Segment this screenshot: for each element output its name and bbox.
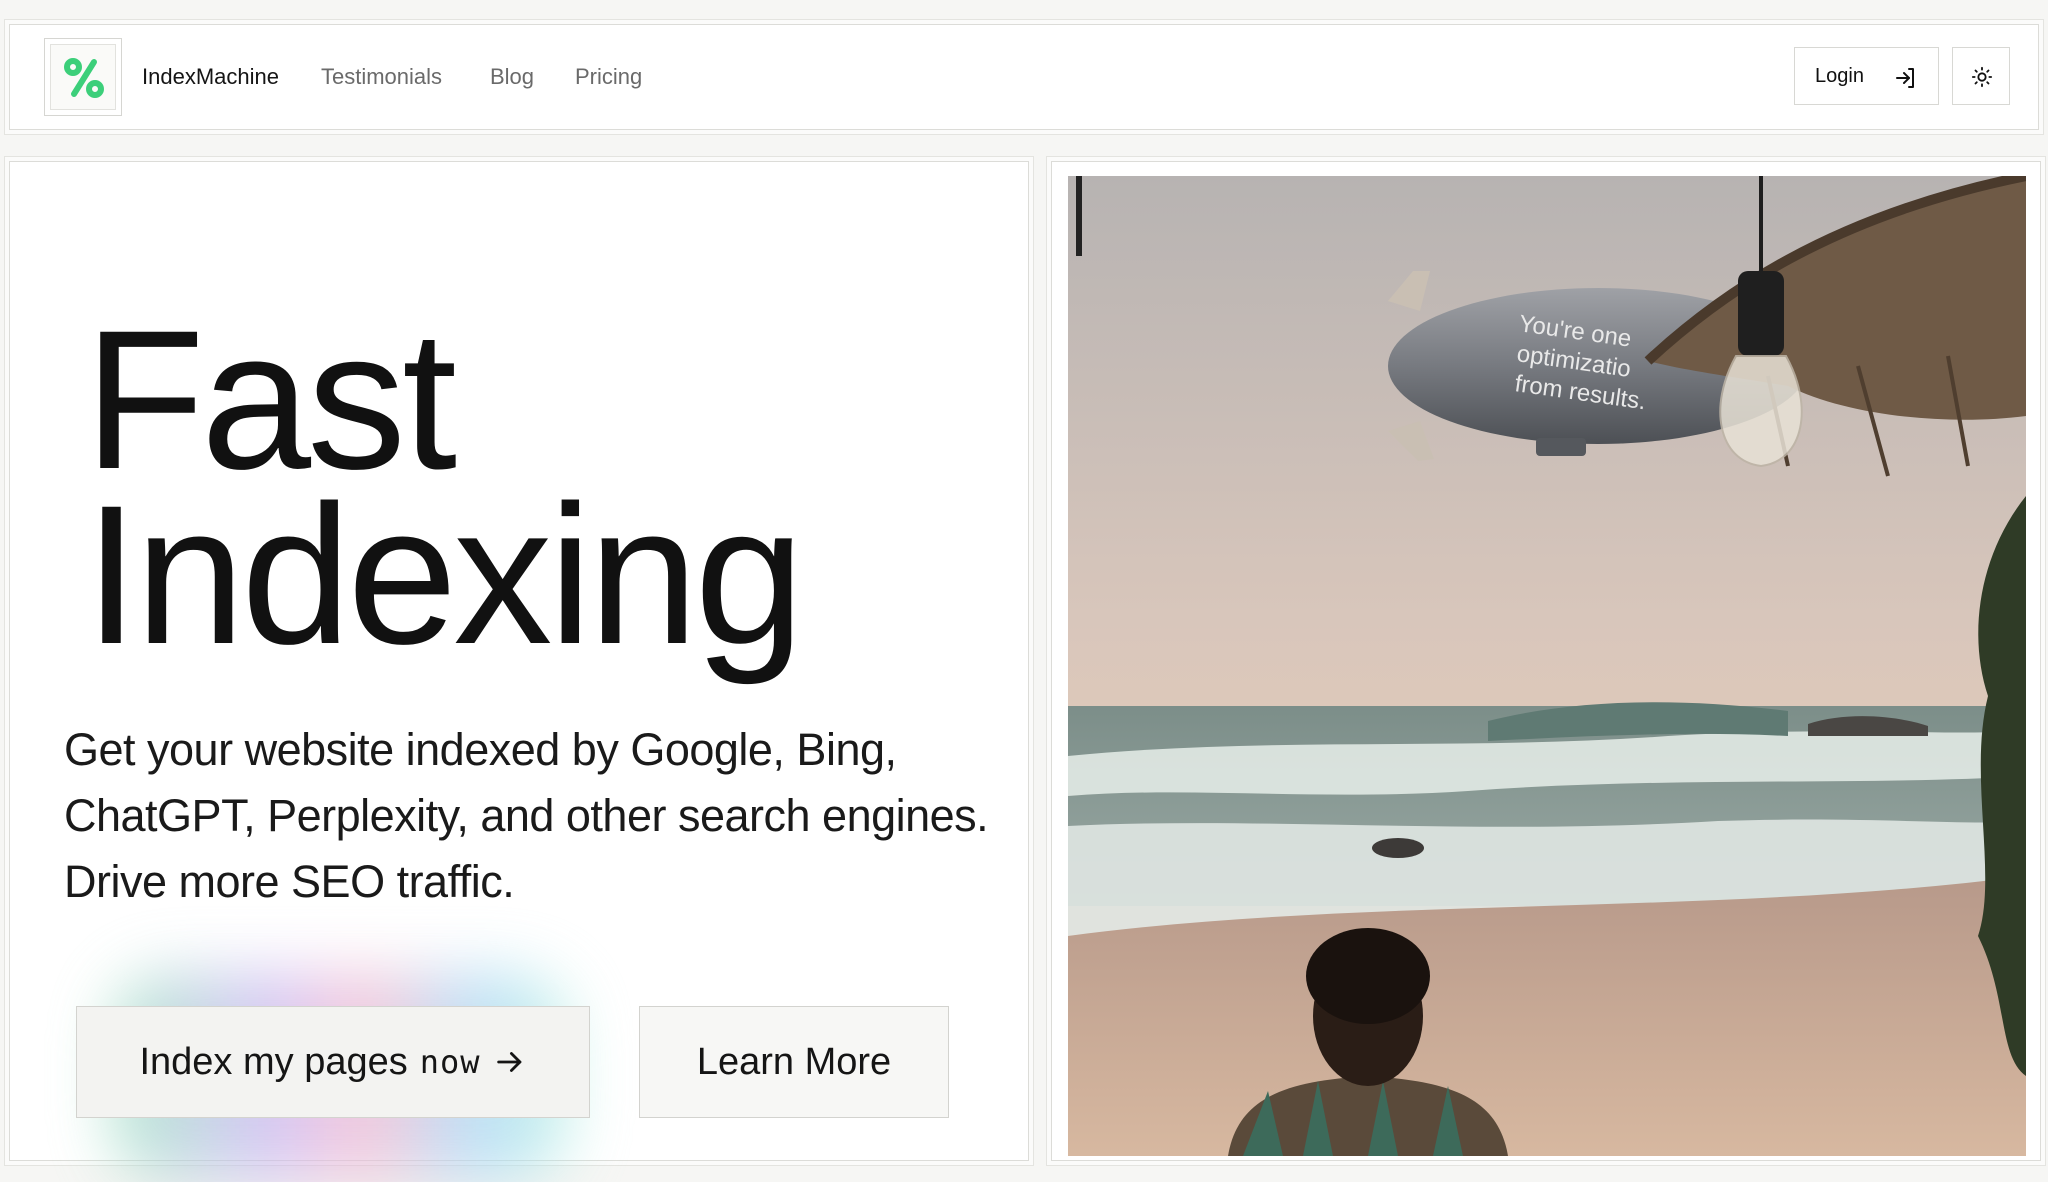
brand-name[interactable]: IndexMachine	[142, 64, 279, 90]
logo-icon	[64, 58, 104, 98]
nav-link-blog[interactable]: Blog	[490, 64, 534, 90]
nav-link-pricing[interactable]: Pricing	[575, 64, 642, 90]
cta-primary-label: Index my pages	[139, 1040, 408, 1083]
login-button[interactable]: Login	[1794, 47, 1939, 105]
learn-more-button[interactable]: Learn More	[639, 1006, 949, 1118]
top-navbar: IndexMachine Testimonials Blog Pricing L…	[9, 24, 2039, 130]
index-pages-button[interactable]: Index my pages now	[76, 1006, 590, 1118]
cta-primary-mono: now	[419, 1043, 481, 1081]
hero-panel: Fast Indexing Get your website indexed b…	[9, 161, 1029, 1182]
theme-toggle-button[interactable]	[1952, 47, 2010, 105]
headline-line-2: Indexing	[84, 464, 805, 685]
arrow-right-icon	[496, 1052, 521, 1072]
login-arrow-icon	[1896, 68, 1914, 88]
hero-headline: Fast Indexing	[84, 289, 805, 685]
nav-link-testimonials[interactable]: Testimonials	[321, 64, 442, 90]
login-label: Login	[1815, 64, 1864, 87]
sun-icon	[1971, 66, 1993, 88]
hero-image-panel: You're one optimizatio from results.	[1051, 161, 2041, 1161]
cta-secondary-label: Learn More	[696, 1040, 892, 1083]
logo[interactable]	[44, 38, 122, 116]
headline-line-1: Fast	[84, 289, 457, 510]
hero-subtext: Get your website indexed by Google, Bing…	[64, 724, 989, 907]
beach-blimp-illustration: You're one optimizatio from results.	[1068, 176, 2026, 1156]
hero-image: You're one optimizatio from results.	[1068, 176, 2026, 1156]
